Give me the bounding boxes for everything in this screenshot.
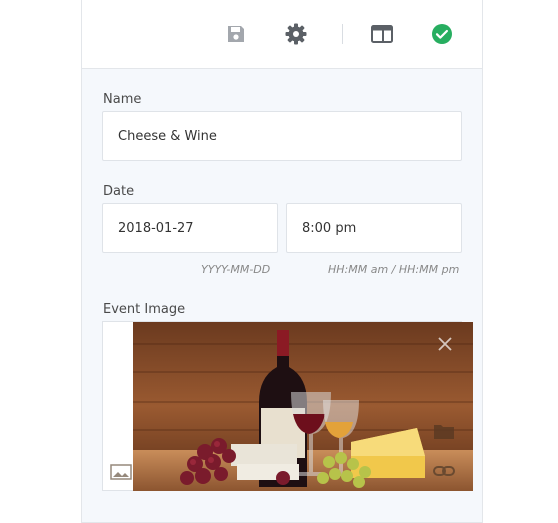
name-label: Name — [103, 92, 142, 107]
time-input-value: 8:00 pm — [302, 220, 357, 236]
image-link-button[interactable] — [431, 460, 457, 482]
image-gallery-icon — [110, 464, 132, 480]
date-input[interactable]: 2018-01-27 — [102, 203, 278, 253]
check-circle-icon — [432, 24, 452, 44]
image-gallery-button[interactable] — [108, 460, 134, 484]
name-input-value: Cheese & Wine — [118, 128, 217, 144]
save-icon — [228, 26, 244, 42]
folder-icon — [434, 425, 454, 439]
settings-button[interactable] — [284, 22, 308, 46]
time-input[interactable]: 8:00 pm — [286, 203, 462, 253]
link-icon — [433, 466, 455, 476]
name-input[interactable]: Cheese & Wine — [102, 111, 462, 161]
layout-icon — [371, 25, 393, 43]
event-editor-panel: Name Cheese & Wine Date 2018-01-27 8:00 … — [81, 0, 483, 523]
time-format-hint: HH:MM am / HH:MM pm — [328, 263, 460, 276]
close-icon — [438, 337, 452, 351]
event-image-field — [102, 321, 473, 491]
toolbar-divider — [342, 24, 343, 44]
date-format-hint: YYYY-MM-DD — [201, 263, 271, 276]
gear-icon — [285, 23, 307, 45]
date-input-value: 2018-01-27 — [118, 220, 194, 236]
event-image-label: Event Image — [103, 302, 186, 317]
save-button[interactable] — [224, 22, 248, 46]
browse-image-button[interactable] — [431, 420, 457, 442]
toolbar — [82, 0, 482, 69]
event-image-preview — [133, 322, 473, 491]
confirm-button[interactable] — [430, 22, 454, 46]
layout-button[interactable] — [370, 22, 394, 46]
date-label: Date — [103, 184, 135, 199]
remove-image-button[interactable] — [433, 332, 457, 356]
